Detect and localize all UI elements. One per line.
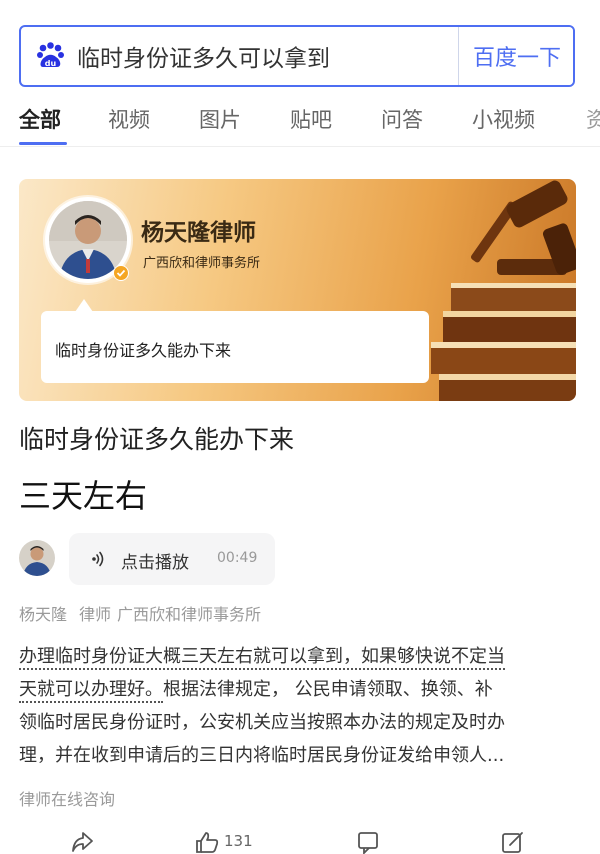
author-name[interactable]: 杨天隆 <box>19 605 67 624</box>
lawyer-firm: 广西欣和律师事务所 <box>143 256 261 271</box>
highlighted-answer: 办理临时身份证大概三天左右就可以拿到，如果够快说不定当 <box>19 646 505 670</box>
active-tab-indicator <box>19 142 67 145</box>
comment-icon <box>358 832 378 854</box>
search-input[interactable] <box>77 27 457 85</box>
answer-headline: 三天左右 <box>19 477 148 515</box>
answer-author-meta: 杨天隆 律师 广西欣和律师事务所 <box>19 601 273 625</box>
speech-bubble: 临时身份证多久能办下来 <box>41 311 429 383</box>
body-line-1: 办理临时身份证大概三天左右就可以拿到，如果够快说不定当 <box>19 640 581 673</box>
answer-body: 办理临时身份证大概三天左右就可以拿到，如果够快说不定当 天就可以办理好。根据法律… <box>19 640 581 772</box>
tab-video[interactable]: 视频 <box>108 104 150 134</box>
share-icon <box>72 832 93 852</box>
tab-all[interactable]: 全部 <box>19 104 61 134</box>
comment-button[interactable] <box>356 830 386 854</box>
lawyer-banner[interactable]: 杨天隆律师 广西欣和律师事务所 临时身份证多久能办下来 <box>19 179 576 401</box>
bubble-question: 临时身份证多久能办下来 <box>55 341 232 360</box>
body-line-4: 理，并在收到申请后的三日内将临时居民身份证发给申领人... <box>19 745 505 766</box>
like-button[interactable]: 131 <box>194 830 274 854</box>
share-button[interactable] <box>70 830 100 854</box>
baidu-paw-icon: du <box>37 42 64 68</box>
edit-button[interactable] <box>500 830 530 854</box>
sound-wave-icon <box>92 551 104 567</box>
highlighted-answer-end: 天就可以办理好。 <box>19 679 163 703</box>
audio-duration: 00:49 <box>217 550 258 566</box>
body-text-continue: 根据法律规定， 公民申请领取、换领、补 <box>163 679 493 700</box>
author-role: 律师 <box>79 605 112 624</box>
lawyer-avatar-small[interactable] <box>19 540 55 576</box>
edit-icon <box>502 832 523 853</box>
consult-lawyer-link[interactable]: 律师在线咨询 <box>19 786 115 810</box>
search-tabs: 全部 视频 图片 贴吧 问答 小视频 资 <box>0 96 600 146</box>
tab-short-video[interactable]: 小视频 <box>472 104 535 134</box>
thumbs-up-icon <box>196 832 219 853</box>
author-firm: 广西欣和律师事务所 <box>117 605 262 624</box>
search-button[interactable]: 百度一下 <box>459 27 573 85</box>
tab-more[interactable]: 资 <box>586 104 600 134</box>
lawyer-name: 杨天隆律师 <box>141 220 256 246</box>
tab-tieba[interactable]: 贴吧 <box>290 104 332 134</box>
body-line-3: 领临时居民身份证时，公安机关应当按照本办法的规定及时办 <box>19 712 505 733</box>
body-line-2: 天就可以办理好。根据法律规定， 公民申请领取、换领、补 <box>19 673 581 706</box>
audio-play-button[interactable]: 点击播放 00:49 <box>69 533 275 585</box>
audio-label: 点击播放 <box>121 553 189 573</box>
search-bar: du 百度一下 <box>19 25 575 87</box>
tabs-divider <box>0 146 600 147</box>
like-count: 131 <box>224 832 253 850</box>
tab-qa[interactable]: 问答 <box>381 104 423 134</box>
question-title[interactable]: 临时身份证多久能办下来 <box>19 420 294 456</box>
tab-images[interactable]: 图片 <box>199 104 241 134</box>
verified-badge-icon <box>113 265 129 281</box>
svg-text:du: du <box>45 59 57 68</box>
